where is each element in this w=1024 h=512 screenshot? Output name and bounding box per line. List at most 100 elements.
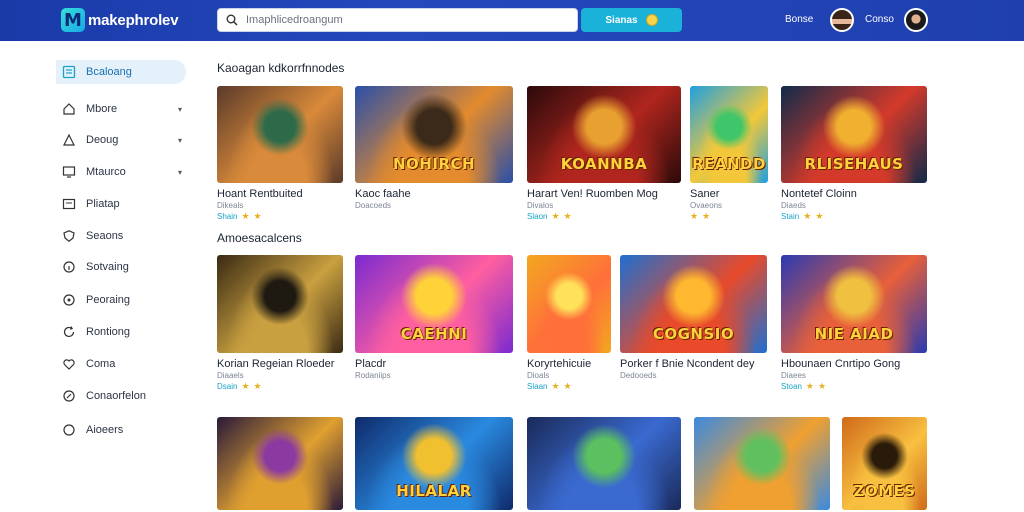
tv-icon xyxy=(62,197,76,211)
game-title[interactable]: Koryrtehicuie xyxy=(527,358,611,370)
game-thumbnail[interactable] xyxy=(527,417,681,510)
sidebar-item-label: Conaorfelon xyxy=(86,390,146,402)
user-label[interactable]: Bonse xyxy=(785,14,813,25)
star-icon: ★ xyxy=(690,211,699,221)
game-rating: Slaon ★ ★ xyxy=(527,211,681,222)
game-artwork xyxy=(217,417,343,510)
profile-avatar[interactable] xyxy=(904,8,928,32)
game-thumbnail[interactable] xyxy=(217,86,343,183)
sidebar-item[interactable]: Coma xyxy=(56,352,186,376)
game-thumbnail[interactable]: NIE AIAD xyxy=(781,255,927,353)
game-logo-text: REANDD xyxy=(692,155,766,173)
sidebar-item[interactable]: Bcaloang xyxy=(56,60,186,84)
chevron-down-icon: ▾ xyxy=(177,167,182,177)
game-card[interactable]: NOHIRCH Kaoc faahe Doacoeds xyxy=(355,86,513,210)
game-card[interactable] xyxy=(527,417,681,510)
sidebar-item[interactable]: Rontiong xyxy=(56,320,186,344)
game-card[interactable] xyxy=(694,417,830,510)
game-card[interactable] xyxy=(217,417,343,510)
game-thumbnail[interactable] xyxy=(694,417,830,510)
sidebar-item[interactable]: Pliatap xyxy=(56,192,186,216)
star-icon: ★ xyxy=(702,211,711,221)
game-title[interactable]: Placdr xyxy=(355,358,513,370)
home-icon xyxy=(62,102,76,116)
sidebar-item-label: Sotvaing xyxy=(86,261,129,273)
game-thumbnail[interactable]: ZOMES xyxy=(842,417,927,510)
star-icon: ★ xyxy=(803,211,812,221)
rating-label: Slaon xyxy=(527,212,548,221)
game-card[interactable]: COGNSIO Porker f Bnie Ncondent dey Dedooed… xyxy=(620,255,767,380)
shield-icon xyxy=(62,229,76,243)
account-label[interactable]: Conso xyxy=(865,14,894,25)
game-card[interactable]: RLISEHAUS Nontetef Cloinn Diaeds Stain ★ ★ xyxy=(781,86,927,222)
game-thumbnail[interactable] xyxy=(527,255,611,353)
coin-icon xyxy=(645,14,658,26)
sidebar-item-label: Seaons xyxy=(86,230,124,242)
game-title[interactable]: Hoant Rentbuited xyxy=(217,188,343,200)
sidebar-item[interactable]: Mtaurco ▾ xyxy=(56,160,186,184)
star-icon: ★ xyxy=(805,381,814,391)
game-thumbnail[interactable] xyxy=(217,255,343,353)
section-title: Kaoagan kdkorrfnnodes xyxy=(217,61,345,75)
game-card[interactable]: REANDD Saner Ovaeons ★ ★ xyxy=(690,86,768,222)
game-thumbnail[interactable]: NOHIRCH xyxy=(355,86,513,183)
star-icon: ★ xyxy=(241,381,250,391)
game-card[interactable]: Koryrtehicuie Dioals Slaan ★ ★ xyxy=(527,255,611,392)
game-card[interactable]: HILALAR xyxy=(355,417,513,510)
game-publisher: Ovaeons xyxy=(690,201,723,210)
game-publisher: Doacoeds xyxy=(355,201,392,210)
game-publisher: Dioals xyxy=(527,371,550,380)
search-icon xyxy=(226,14,238,26)
game-title[interactable]: Saner xyxy=(690,188,768,200)
game-thumbnail[interactable]: REANDD xyxy=(690,86,768,183)
game-title[interactable]: Korian Regeian Rloeder xyxy=(217,358,343,370)
search-input[interactable] xyxy=(246,14,566,26)
sidebar-item-label: Pliatap xyxy=(86,198,120,210)
search-bar[interactable] xyxy=(217,8,578,32)
logo-icon: M xyxy=(61,8,85,32)
game-title[interactable]: Porker f Bnie Ncondent dey xyxy=(620,358,767,370)
game-card[interactable]: Hoant Rentbuited Dikeals Shain ★ ★ xyxy=(217,86,343,222)
sidebar-item-label: Rontiong xyxy=(86,326,131,338)
game-thumbnail[interactable]: KOANNBA xyxy=(527,86,681,183)
rating-label: Slaan xyxy=(527,382,548,391)
rating-label: Stoan xyxy=(781,382,802,391)
link-icon xyxy=(62,389,76,403)
sidebar-item[interactable]: Mbore ▾ xyxy=(56,97,186,121)
game-title[interactable]: Hbounaen Cnrtipo Gong xyxy=(781,358,927,370)
game-card[interactable]: KOANNBA Harart Ven! Ruomben Mog Divalos Sla… xyxy=(527,86,681,222)
search-button[interactable]: Sianas xyxy=(581,8,682,32)
game-artwork xyxy=(527,417,681,510)
game-card[interactable]: Korian Regeian Rloeder Diaaels Dsain ★ ★ xyxy=(217,255,343,392)
game-publisher: Diaeds xyxy=(781,201,806,210)
game-thumbnail[interactable]: RLISEHAUS xyxy=(781,86,927,183)
game-card[interactable]: ZOMES xyxy=(842,417,927,510)
sidebar-item-label: Deoug xyxy=(86,134,119,146)
game-card[interactable]: CAEHNI Placdr Rodaniips xyxy=(355,255,513,380)
sidebar-item-label: Mbore xyxy=(86,103,118,115)
logo[interactable]: M makephrolev xyxy=(61,8,179,32)
star-icon: ★ xyxy=(815,211,824,221)
game-thumbnail[interactable] xyxy=(217,417,343,510)
avatar[interactable] xyxy=(830,8,854,32)
sidebar-item[interactable]: Conaorfelon xyxy=(56,384,186,408)
game-card[interactable]: NIE AIAD Hbounaen Cnrtipo Gong Diaees Stoan… xyxy=(781,255,927,392)
sidebar-item[interactable]: Aioeers xyxy=(56,418,186,442)
game-thumbnail[interactable]: COGNSIO xyxy=(620,255,767,353)
game-thumbnail[interactable]: HILALAR xyxy=(355,417,513,510)
game-logo-text: NOHIRCH xyxy=(392,155,476,173)
game-title[interactable]: Harart Ven! Ruomben Mog xyxy=(527,188,681,200)
sidebar-item[interactable]: Sotvaing xyxy=(56,255,186,279)
sidebar-item-label: Bcaloang xyxy=(86,66,132,78)
star-icon: ★ xyxy=(563,381,572,391)
sidebar-item[interactable]: Seaons xyxy=(56,224,186,248)
star-icon: ★ xyxy=(563,211,572,221)
game-title[interactable]: Kaoc faahe xyxy=(355,188,513,200)
sidebar-item[interactable]: Peoraing xyxy=(56,288,186,312)
game-title[interactable]: Nontetef Cloinn xyxy=(781,188,927,200)
sidebar-item[interactable]: Deoug ▾ xyxy=(56,128,186,152)
game-rating: Stain ★ ★ xyxy=(781,211,927,222)
game-thumbnail[interactable]: CAEHNI xyxy=(355,255,513,353)
game-rating: Dsain ★ ★ xyxy=(217,381,343,392)
game-rating: Shain ★ ★ xyxy=(217,211,343,222)
